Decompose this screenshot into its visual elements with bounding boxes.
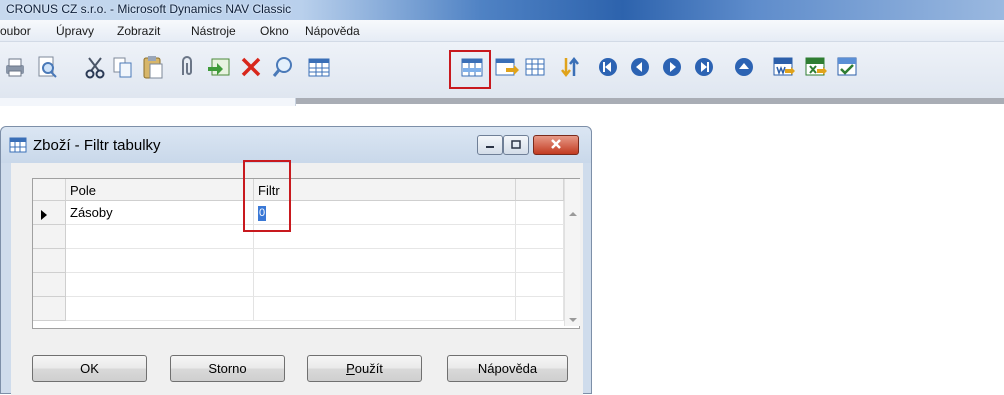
menu-upravy[interactable]: Úpravy	[56, 24, 94, 38]
menu-soubor[interactable]: oubor	[0, 24, 31, 38]
copy-icon[interactable]	[110, 53, 136, 81]
scroll-up-icon[interactable]	[568, 206, 578, 221]
filter-cell[interactable]	[254, 297, 516, 321]
table-filter-icon[interactable]	[306, 53, 332, 81]
delete-icon[interactable]	[238, 53, 264, 81]
main-title-bar: CRONUS CZ s.r.o. - Microsoft Dynamics NA…	[0, 0, 1004, 20]
ok-button[interactable]: OK	[32, 355, 147, 382]
dialog-title: Zboží - Filtr tabulky	[33, 137, 161, 154]
maximize-button[interactable]	[503, 135, 529, 155]
field-cell[interactable]: Zásoby	[66, 201, 254, 225]
row-selector-header	[33, 179, 66, 201]
cut-icon[interactable]	[82, 53, 108, 81]
table-icon	[9, 137, 27, 156]
toolbar	[0, 42, 1004, 98]
help-button[interactable]: Nápověda	[447, 355, 568, 382]
card-icon[interactable]	[206, 53, 232, 81]
menu-bar: oubor Úpravy Zobrazit Nástroje Okno Nápo…	[0, 20, 1004, 42]
close-button[interactable]	[533, 135, 579, 155]
last-record-icon[interactable]	[691, 53, 717, 81]
field-cell[interactable]	[66, 249, 254, 273]
print-preview-icon[interactable]	[34, 53, 60, 81]
row-selector[interactable]	[33, 249, 66, 273]
apply-button[interactable]: Použít	[307, 355, 422, 382]
extra-cell	[516, 297, 564, 321]
table-filter-highlighted-icon[interactable]	[459, 53, 485, 81]
send-icon[interactable]	[835, 53, 861, 81]
sort-icon[interactable]	[557, 53, 583, 81]
dialog-title-bar[interactable]: Zboží - Filtr tabulky	[1, 127, 591, 163]
workspace-background	[296, 98, 1004, 104]
close-icon	[549, 138, 563, 153]
vertical-scrollbar[interactable]	[564, 179, 580, 326]
filter-cell[interactable]: 0	[254, 201, 516, 225]
apply-accelerator: P	[346, 361, 355, 376]
scroll-down-icon[interactable]	[568, 312, 578, 327]
cancel-button[interactable]: Storno	[170, 355, 285, 382]
first-record-icon[interactable]	[595, 53, 621, 81]
extra-cell	[516, 249, 564, 273]
maximize-icon	[510, 138, 522, 153]
column-header-filter[interactable]: Filtr	[254, 179, 516, 201]
row-selector[interactable]	[33, 273, 66, 297]
column-header-field[interactable]: Pole	[66, 179, 254, 201]
minimize-button[interactable]	[477, 135, 503, 155]
extra-cell	[516, 225, 564, 249]
menu-zobrazit[interactable]: Zobrazit	[117, 24, 160, 38]
row-selector[interactable]	[33, 225, 66, 249]
attach-icon[interactable]	[172, 53, 198, 81]
filter-value-selected[interactable]: 0	[258, 206, 266, 222]
window-title: CRONUS CZ s.r.o. - Microsoft Dynamics NA…	[6, 2, 292, 16]
filter-grid: Pole Filtr Zásoby 0	[32, 178, 580, 329]
print-icon[interactable]	[2, 53, 28, 81]
row-selector-current[interactable]	[33, 201, 66, 225]
paste-icon[interactable]	[140, 53, 166, 81]
flow-filter-icon[interactable]	[494, 53, 520, 81]
extra-cell	[516, 201, 564, 225]
word-icon[interactable]	[771, 53, 797, 81]
filter-cell[interactable]	[254, 273, 516, 297]
next-record-icon[interactable]	[659, 53, 685, 81]
filter-cell[interactable]	[254, 225, 516, 249]
up-icon[interactable]	[731, 53, 757, 81]
field-cell[interactable]	[66, 297, 254, 321]
filter-cell[interactable]	[254, 249, 516, 273]
previous-record-icon[interactable]	[627, 53, 653, 81]
find-icon[interactable]	[270, 53, 296, 81]
show-all-icon[interactable]	[522, 53, 548, 81]
document-strip	[0, 98, 296, 106]
excel-icon[interactable]	[803, 53, 829, 81]
column-header-extra	[516, 179, 564, 201]
extra-cell	[516, 273, 564, 297]
minimize-icon	[484, 138, 496, 153]
menu-napoveda[interactable]: Nápověda	[305, 24, 360, 38]
field-cell[interactable]	[66, 273, 254, 297]
row-selector[interactable]	[33, 297, 66, 321]
field-cell[interactable]	[66, 225, 254, 249]
menu-okno[interactable]: Okno	[260, 24, 289, 38]
apply-label: oužít	[354, 361, 383, 376]
current-row-arrow-icon	[40, 208, 48, 223]
menu-nastroje[interactable]: Nástroje	[191, 24, 236, 38]
